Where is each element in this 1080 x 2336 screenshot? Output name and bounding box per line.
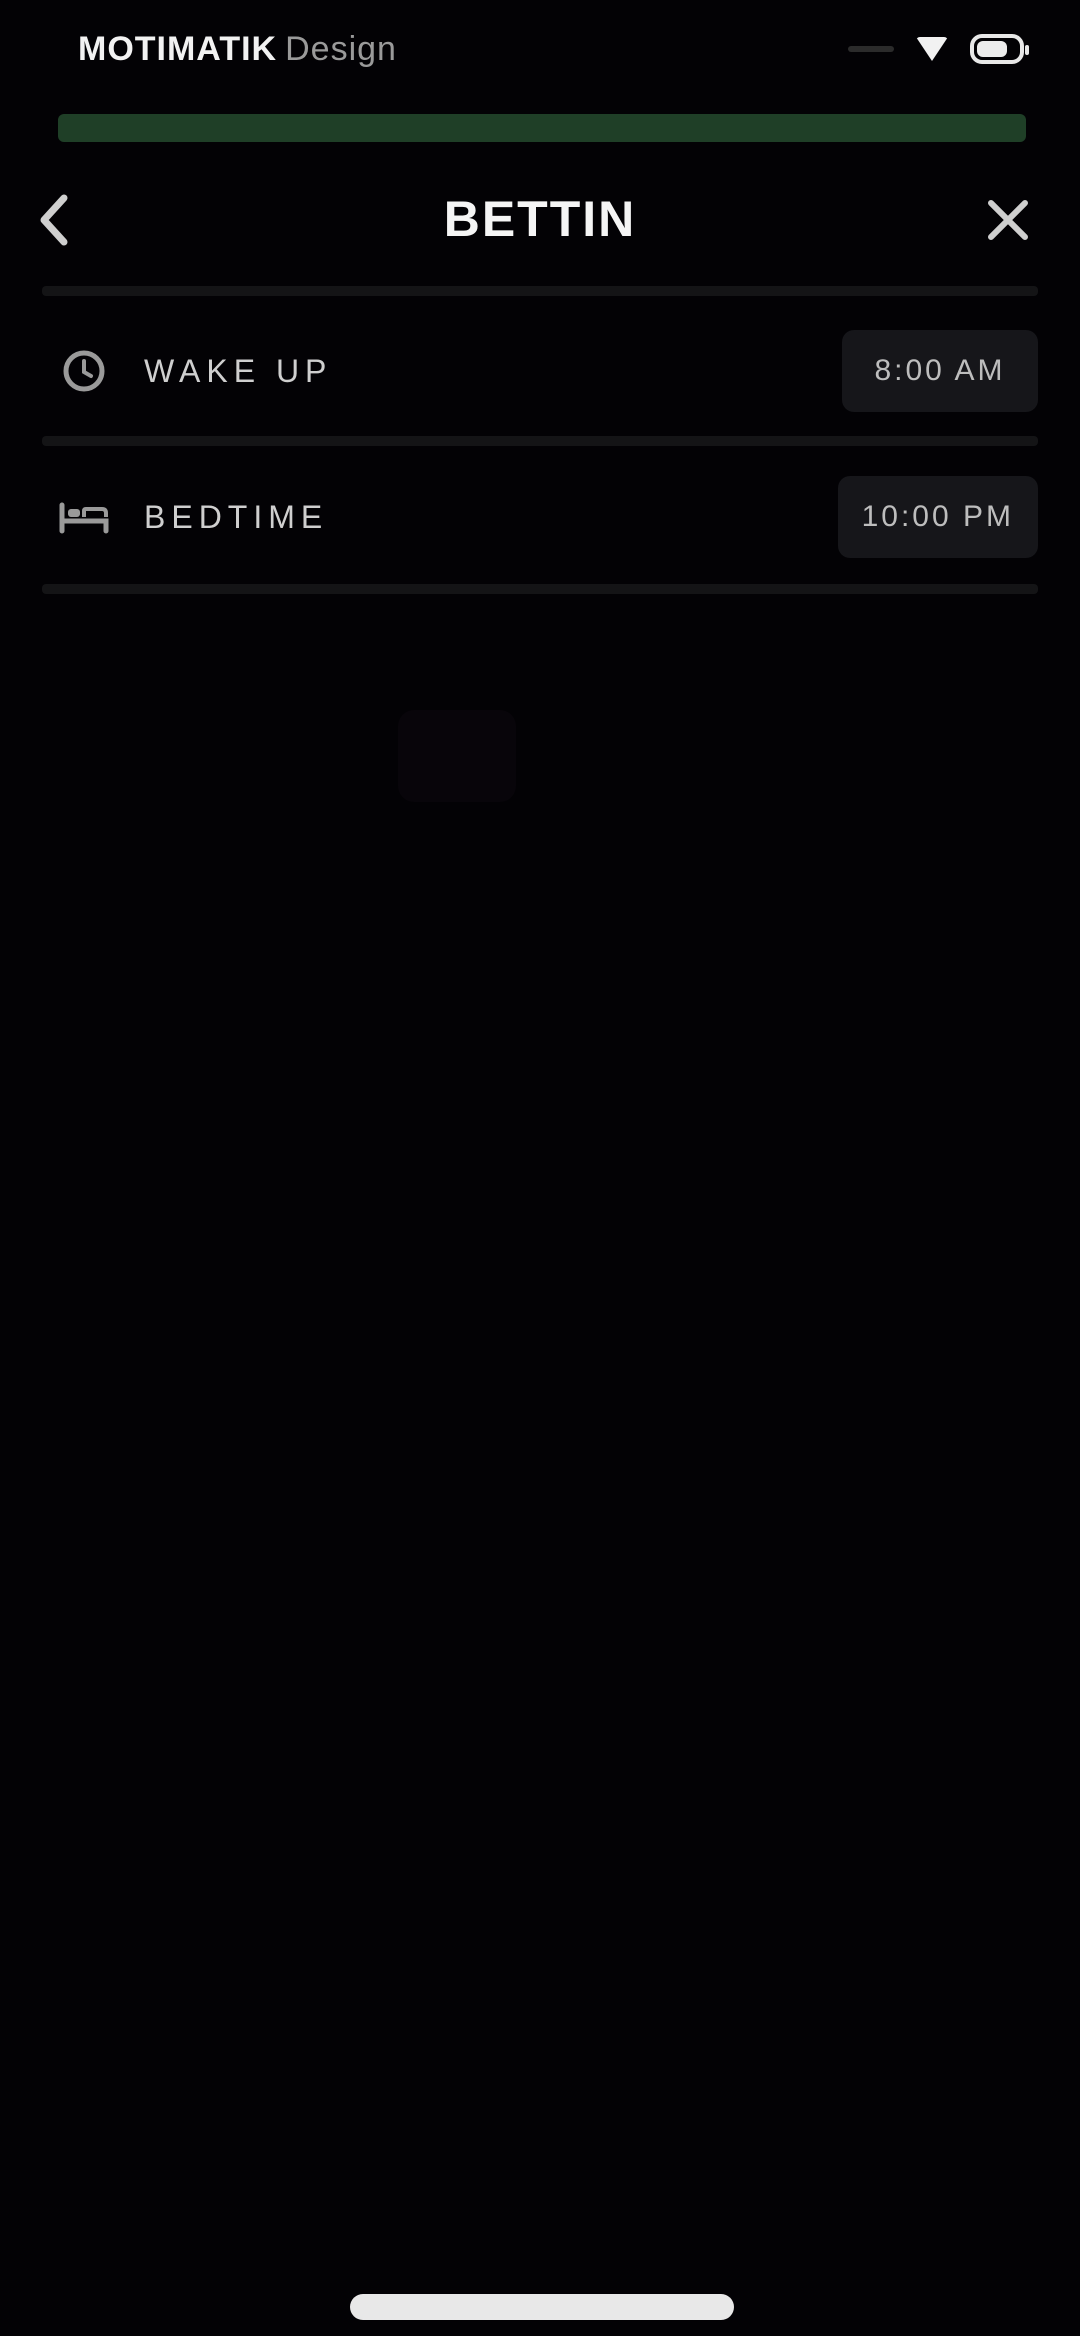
row-label: WAKE UP bbox=[144, 352, 333, 389]
status-bar: MOTIMATIK Design bbox=[0, 0, 1080, 100]
time-value-button[interactable]: 10:00 PM bbox=[837, 476, 1038, 558]
clock-icon bbox=[56, 343, 112, 399]
status-icons bbox=[848, 34, 1029, 64]
divider bbox=[42, 436, 1038, 446]
progress-fill bbox=[58, 114, 1026, 142]
time-value-button[interactable]: 8:00 AM bbox=[842, 330, 1038, 412]
carrier-suffix: Design bbox=[285, 30, 397, 68]
close-button[interactable] bbox=[980, 192, 1036, 248]
nav-bar: BETTIN bbox=[0, 160, 1080, 280]
signal-icon bbox=[848, 46, 894, 52]
empty-area-mark bbox=[398, 710, 516, 802]
home-indicator[interactable] bbox=[350, 2294, 734, 2320]
carrier-label: MOTIMATIK Design bbox=[78, 30, 397, 69]
page-title: BETTIN bbox=[443, 191, 637, 247]
bed-icon bbox=[56, 489, 112, 545]
carrier-name: MOTIMATIK bbox=[78, 30, 278, 68]
wifi-icon bbox=[916, 37, 948, 61]
setting-row-bedtime[interactable]: BEDTIME 10:00 PM bbox=[42, 462, 1038, 572]
battery-icon bbox=[970, 34, 1029, 64]
divider bbox=[42, 584, 1038, 594]
setting-row-wake-up[interactable]: WAKE UP 8:00 AM bbox=[42, 316, 1038, 426]
row-label: BEDTIME bbox=[144, 498, 329, 535]
divider bbox=[42, 286, 1038, 296]
progress-bar bbox=[58, 114, 1026, 142]
close-icon bbox=[988, 200, 1028, 240]
